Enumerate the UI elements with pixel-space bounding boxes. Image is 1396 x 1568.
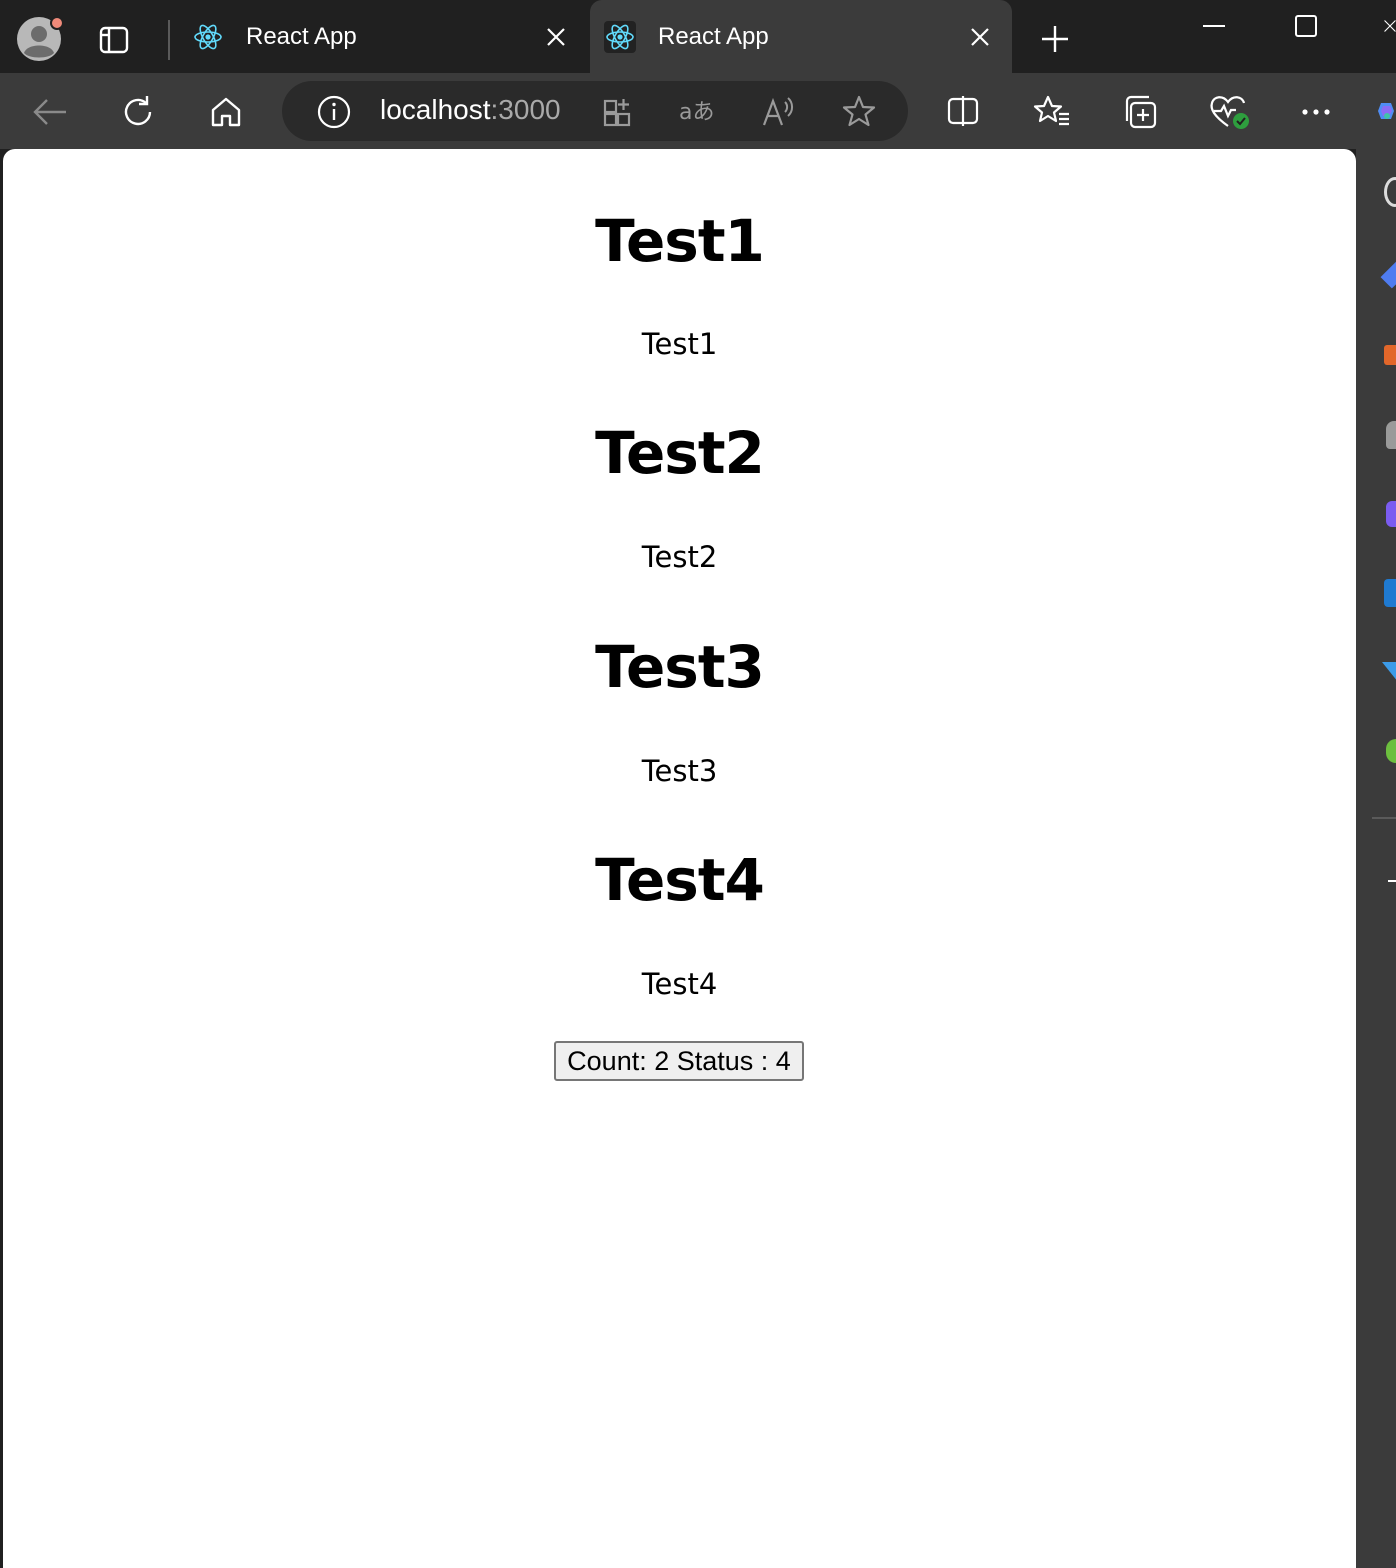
section-text: Test4 xyxy=(641,967,718,1001)
info-icon[interactable] xyxy=(314,92,354,132)
title-bar: React App React App xyxy=(0,0,1396,73)
search-icon[interactable] xyxy=(1384,177,1396,207)
react-icon xyxy=(604,20,636,53)
url-text[interactable]: localhost:3000 xyxy=(380,94,561,126)
back-arrow-icon[interactable] xyxy=(28,92,72,132)
star-icon[interactable] xyxy=(838,90,880,132)
plus-icon[interactable] xyxy=(1036,20,1074,58)
sidebar-divider xyxy=(1372,817,1396,819)
section-text: Test1 xyxy=(641,327,718,361)
refresh-icon[interactable] xyxy=(116,90,160,134)
tools-icon[interactable] xyxy=(1384,345,1396,365)
tab-divider xyxy=(168,20,170,60)
read-aloud-icon[interactable] xyxy=(758,92,800,132)
home-icon[interactable] xyxy=(204,90,248,134)
section-heading: Test1 xyxy=(595,207,765,275)
office-icon[interactable] xyxy=(1386,501,1396,527)
react-icon xyxy=(194,24,222,49)
send-icon[interactable] xyxy=(1382,662,1396,682)
more-icon[interactable] xyxy=(1294,96,1338,128)
tab-title: React App xyxy=(658,22,769,50)
section-heading: Test2 xyxy=(595,419,765,487)
close-tab-icon[interactable] xyxy=(966,23,994,51)
profile-avatar-icon[interactable] xyxy=(14,14,64,64)
outlook-icon[interactable] xyxy=(1384,579,1396,607)
collections-icon[interactable] xyxy=(1118,90,1162,134)
tab-actions-icon[interactable] xyxy=(96,22,132,58)
copilot-icon[interactable] xyxy=(1372,88,1396,134)
minimize-icon[interactable] xyxy=(1196,12,1232,40)
url-host: localhost xyxy=(380,94,491,125)
sidebar-app-icon[interactable] xyxy=(1380,261,1396,289)
page-viewport: Test1 Test1 Test2 Test2 Test3 Test3 Test… xyxy=(3,149,1356,1568)
close-tab-icon[interactable] xyxy=(542,23,570,51)
tab-title: React App xyxy=(246,22,357,50)
count-status-button[interactable]: Count: 2 Status : 4 xyxy=(554,1041,804,1081)
heart-pulse-icon[interactable] xyxy=(1206,90,1254,134)
maximize-icon[interactable] xyxy=(1288,10,1324,42)
right-sidebar xyxy=(1356,149,1396,1568)
apps-icon[interactable] xyxy=(598,92,638,132)
favorites-list-icon[interactable] xyxy=(1030,90,1074,132)
svg-text:aあ: aあ xyxy=(679,100,714,125)
user-icon[interactable] xyxy=(1386,421,1396,449)
tab-inactive[interactable]: React App xyxy=(178,0,588,73)
address-bar[interactable] xyxy=(282,81,908,141)
add-icon[interactable] xyxy=(1388,880,1396,882)
url-port: :3000 xyxy=(490,94,561,125)
section-text: Test3 xyxy=(641,754,718,788)
section-heading: Test4 xyxy=(595,846,765,914)
games-icon[interactable] xyxy=(1386,739,1396,763)
section-heading: Test3 xyxy=(595,633,765,701)
split-screen-icon[interactable] xyxy=(942,90,984,132)
tab-active[interactable]: React App xyxy=(590,0,1012,73)
section-text: Test2 xyxy=(641,540,718,574)
translate-icon[interactable]: aあ xyxy=(676,92,720,132)
close-icon[interactable] xyxy=(1380,12,1396,40)
